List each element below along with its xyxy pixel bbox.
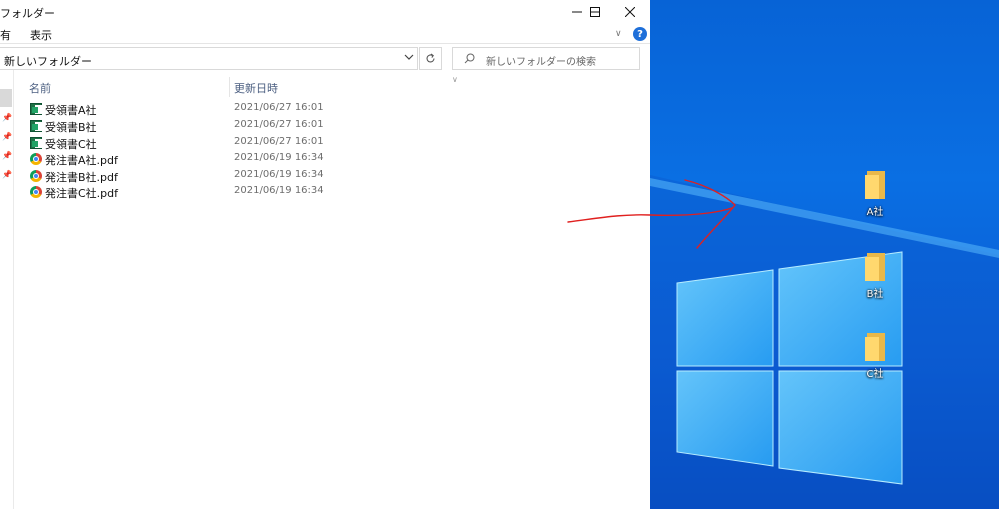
folder-icon bbox=[865, 253, 885, 281]
file-date: 2021/06/27 16:01 bbox=[234, 136, 324, 147]
folder-label: A社 bbox=[866, 207, 884, 218]
refresh-icon bbox=[426, 53, 435, 63]
file-row[interactable]: 受領書B社 2021/06/27 16:01 bbox=[28, 119, 338, 135]
file-row[interactable]: 発注書A社.pdf 2021/06/19 16:34 bbox=[28, 152, 338, 168]
pin-icon[interactable]: 📌 bbox=[2, 132, 12, 141]
file-row[interactable]: 発注書B社.pdf 2021/06/19 16:34 bbox=[28, 169, 338, 185]
chevron-down-icon[interactable]: ∨ bbox=[615, 29, 622, 39]
file-date: 2021/06/19 16:34 bbox=[234, 152, 324, 163]
folder-label: C社 bbox=[866, 369, 884, 380]
maximize-button[interactable] bbox=[577, 0, 613, 24]
divider bbox=[0, 43, 650, 44]
address-bar[interactable]: 新しいフォルダー bbox=[0, 47, 418, 70]
file-name: 受領書A社 bbox=[45, 104, 97, 117]
desktop-folder[interactable]: A社 bbox=[853, 171, 897, 218]
window-title: フォルダー bbox=[0, 7, 55, 20]
title-bar[interactable]: フォルダー bbox=[0, 0, 650, 24]
address-path: 新しいフォルダー bbox=[4, 55, 92, 68]
pin-icon[interactable]: 📌 bbox=[2, 170, 12, 179]
column-divider[interactable] bbox=[229, 77, 230, 97]
file-date: 2021/06/19 16:34 bbox=[234, 169, 324, 180]
file-row[interactable]: 受領書C社 2021/06/27 16:01 bbox=[28, 136, 338, 152]
help-icon[interactable]: ? bbox=[633, 27, 647, 41]
file-date: 2021/06/27 16:01 bbox=[234, 119, 324, 130]
search-placeholder: 新しいフォルダーの検索 bbox=[486, 57, 596, 68]
file-date: 2021/06/19 16:34 bbox=[234, 185, 324, 196]
folder-icon bbox=[865, 333, 885, 361]
excel-icon bbox=[30, 137, 42, 149]
file-name: 発注書A社.pdf bbox=[45, 154, 118, 167]
folder-label: B社 bbox=[866, 289, 884, 300]
chrome-pdf-icon bbox=[30, 153, 42, 165]
menu-bar: 有 表示 bbox=[0, 25, 650, 43]
sort-caret-icon: ∨ bbox=[452, 75, 458, 84]
file-name: 発注書C社.pdf bbox=[45, 187, 119, 200]
close-icon bbox=[625, 7, 635, 17]
chrome-pdf-icon bbox=[30, 186, 42, 198]
pin-icon[interactable]: 📌 bbox=[2, 151, 12, 160]
column-header-name[interactable]: 名前 bbox=[29, 80, 51, 96]
excel-icon bbox=[30, 120, 42, 132]
column-header-date[interactable]: 更新日時 bbox=[234, 80, 278, 96]
file-row[interactable]: 受領書A社 2021/06/27 16:01 bbox=[28, 102, 338, 118]
pin-icon[interactable]: 📌 bbox=[2, 113, 12, 122]
file-name: 受領書B社 bbox=[45, 121, 97, 134]
desktop-folder[interactable]: C社 bbox=[853, 333, 897, 380]
desktop-folder[interactable]: B社 bbox=[853, 253, 897, 300]
navigation-pane: 📌 📌 📌 📌 bbox=[0, 70, 14, 509]
search-box[interactable]: 新しいフォルダーの検索 bbox=[452, 47, 640, 70]
address-dropdown-icon[interactable] bbox=[404, 52, 414, 62]
file-name: 受領書C社 bbox=[45, 138, 97, 151]
explorer-window: フォルダー 有 表示 ∨ ? 新しいフォルダー 新しいフォルダーの検索 ∨ 📌 … bbox=[0, 0, 650, 509]
search-icon bbox=[464, 53, 475, 64]
file-name: 発注書B社.pdf bbox=[45, 171, 118, 184]
menu-item-view[interactable]: 表示 bbox=[30, 27, 52, 43]
menu-item-share[interactable]: 有 bbox=[0, 27, 11, 43]
maximize-icon bbox=[590, 7, 600, 17]
file-date: 2021/06/27 16:01 bbox=[234, 102, 324, 113]
file-row[interactable]: 発注書C社.pdf 2021/06/19 16:34 bbox=[28, 185, 338, 201]
nav-selected-item[interactable] bbox=[0, 89, 12, 107]
red-arrow-annotation bbox=[567, 179, 736, 249]
close-button[interactable] bbox=[612, 0, 648, 24]
folder-icon bbox=[865, 171, 885, 199]
chrome-pdf-icon bbox=[30, 170, 42, 182]
excel-icon bbox=[30, 103, 42, 115]
refresh-button[interactable] bbox=[419, 47, 442, 70]
